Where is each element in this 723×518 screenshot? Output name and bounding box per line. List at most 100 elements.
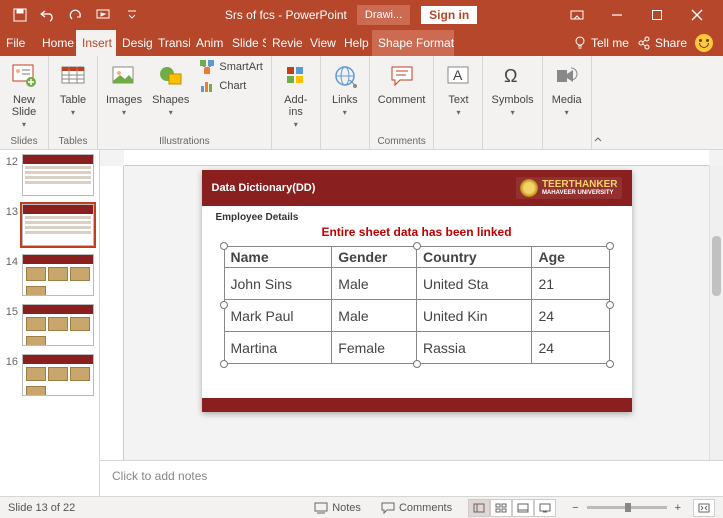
collapse-ribbon-icon[interactable] [591, 56, 605, 149]
media-button[interactable]: Media ▾ [549, 58, 585, 119]
maximize-icon[interactable] [639, 1, 675, 29]
feedback-smiley-icon[interactable] [695, 34, 713, 52]
slide-counter[interactable]: Slide 13 of 22 [8, 502, 75, 514]
thumbnail-row[interactable]: 12 [2, 154, 97, 196]
save-icon[interactable] [8, 3, 32, 27]
resize-handle[interactable] [606, 242, 614, 250]
logo-line1: TEERTHANKER [542, 180, 618, 190]
minimize-icon[interactable] [599, 1, 635, 29]
tab-transitions[interactable]: Transi [152, 30, 190, 56]
slideshow-view-button[interactable] [534, 499, 556, 517]
resize-handle[interactable] [606, 301, 614, 309]
slide-thumbnails-panel[interactable]: 12 13 14 15 16 [0, 150, 100, 496]
new-slide-icon [8, 60, 40, 92]
sign-in-button[interactable]: Sign in [420, 5, 478, 25]
tab-view[interactable]: View [304, 30, 338, 56]
text-button[interactable]: A Text ▾ [440, 58, 476, 119]
links-button[interactable]: Links ▾ [327, 58, 363, 119]
thumbnail-slide[interactable] [22, 354, 94, 396]
logo-line2: MAHAVEER UNIVERSITY [542, 190, 618, 196]
resize-handle[interactable] [413, 360, 421, 368]
thumbnail-slide[interactable] [22, 154, 94, 196]
smartart-icon [199, 59, 215, 75]
tab-home[interactable]: Home [36, 30, 76, 56]
thumbnail-row[interactable]: 13 [2, 204, 97, 246]
zoom-slider[interactable] [587, 506, 667, 509]
tab-slideshow[interactable]: Slide S [226, 30, 266, 56]
shapes-button[interactable]: Shapes ▾ [150, 58, 191, 119]
addins-label: Add- ins [284, 94, 307, 118]
zoom-in-button[interactable]: + [671, 502, 685, 514]
start-from-beginning-icon[interactable] [92, 3, 116, 27]
addins-icon [280, 60, 312, 92]
reading-view-button[interactable] [512, 499, 534, 517]
thumbnail-slide[interactable] [22, 254, 94, 296]
notes-toggle[interactable]: Notes [310, 502, 365, 514]
undo-icon[interactable] [36, 3, 60, 27]
tab-insert[interactable]: Insert [76, 30, 116, 56]
tab-animations[interactable]: Anim [190, 30, 226, 56]
comments-icon [381, 502, 395, 514]
slide-canvas[interactable]: Data Dictionary(DD) TEERTHANKER MAHAVEER… [100, 150, 723, 460]
tab-help[interactable]: Help [338, 30, 372, 56]
comments-toggle[interactable]: Comments [377, 502, 456, 514]
table-cell: 24 [532, 332, 609, 364]
close-icon[interactable] [679, 1, 715, 29]
group-comments: Comment Comments [370, 56, 435, 149]
tab-shape-format[interactable]: Shape Format [372, 30, 454, 56]
thumbnail-row[interactable]: 16 [2, 354, 97, 396]
addins-button[interactable]: Add- ins ▾ [278, 58, 314, 131]
thumbnail-number: 14 [2, 254, 18, 268]
images-button[interactable]: Images ▾ [104, 58, 144, 119]
thumbnail-row[interactable]: 15 [2, 304, 97, 346]
symbols-button[interactable]: Ω Symbols ▾ [489, 58, 535, 119]
window-controls [559, 1, 723, 29]
tab-file[interactable]: File [0, 30, 36, 56]
qat-customize-icon[interactable] [120, 3, 144, 27]
university-logo: TEERTHANKER MAHAVEER UNIVERSITY [516, 177, 622, 199]
table-button[interactable]: Table ▾ [55, 58, 91, 119]
normal-view-button[interactable] [468, 499, 490, 517]
scrollbar-thumb[interactable] [712, 236, 721, 296]
share-button[interactable]: Share [637, 36, 687, 50]
new-slide-button[interactable]: New Slide ▾ [6, 58, 42, 131]
vertical-scrollbar[interactable] [709, 166, 723, 460]
comment-button[interactable]: Comment [376, 58, 428, 108]
table-cell: Mark Paul [224, 300, 332, 332]
thumbnail-number: 13 [2, 204, 18, 218]
tell-me[interactable]: Tell me [573, 36, 629, 50]
table-header: Country [416, 247, 532, 268]
resize-handle[interactable] [606, 360, 614, 368]
media-icon [551, 60, 583, 92]
resize-handle[interactable] [220, 360, 228, 368]
resize-handle[interactable] [413, 242, 421, 250]
tab-design[interactable]: Desig [116, 30, 152, 56]
ruler-horizontal [124, 150, 709, 166]
zoom-slider-thumb[interactable] [625, 503, 631, 512]
thumbnail-slide[interactable] [22, 304, 94, 346]
thumbnail-row[interactable]: 14 [2, 254, 97, 296]
ribbon-options-icon[interactable] [559, 1, 595, 29]
resize-handle[interactable] [220, 301, 228, 309]
chart-icon [199, 78, 215, 94]
chart-button[interactable]: Chart [197, 77, 264, 95]
group-label-slides: Slides [6, 135, 42, 149]
slide-sorter-button[interactable] [490, 499, 512, 517]
chevron-down-icon: ▾ [456, 108, 460, 117]
tell-me-label: Tell me [591, 36, 629, 50]
resize-handle[interactable] [220, 242, 228, 250]
zoom-out-button[interactable]: − [568, 502, 582, 514]
group-label-tables: Tables [55, 135, 91, 149]
tab-review[interactable]: Revie [266, 30, 304, 56]
selected-object[interactable]: NameGenderCountryAge John SinsMaleUnited… [224, 246, 610, 364]
slide[interactable]: Data Dictionary(DD) TEERTHANKER MAHAVEER… [202, 170, 632, 412]
smartart-button[interactable]: SmartArt [197, 58, 264, 76]
thumbnail-slide[interactable] [22, 204, 94, 246]
redo-icon[interactable] [64, 3, 88, 27]
table-header: Age [532, 247, 609, 268]
group-label-comments: Comments [376, 135, 428, 149]
employee-table: NameGenderCountryAge John SinsMaleUnited… [224, 246, 610, 364]
view-buttons [468, 499, 556, 517]
notes-pane[interactable]: Click to add notes [100, 460, 723, 496]
fit-to-window-button[interactable] [693, 499, 715, 517]
